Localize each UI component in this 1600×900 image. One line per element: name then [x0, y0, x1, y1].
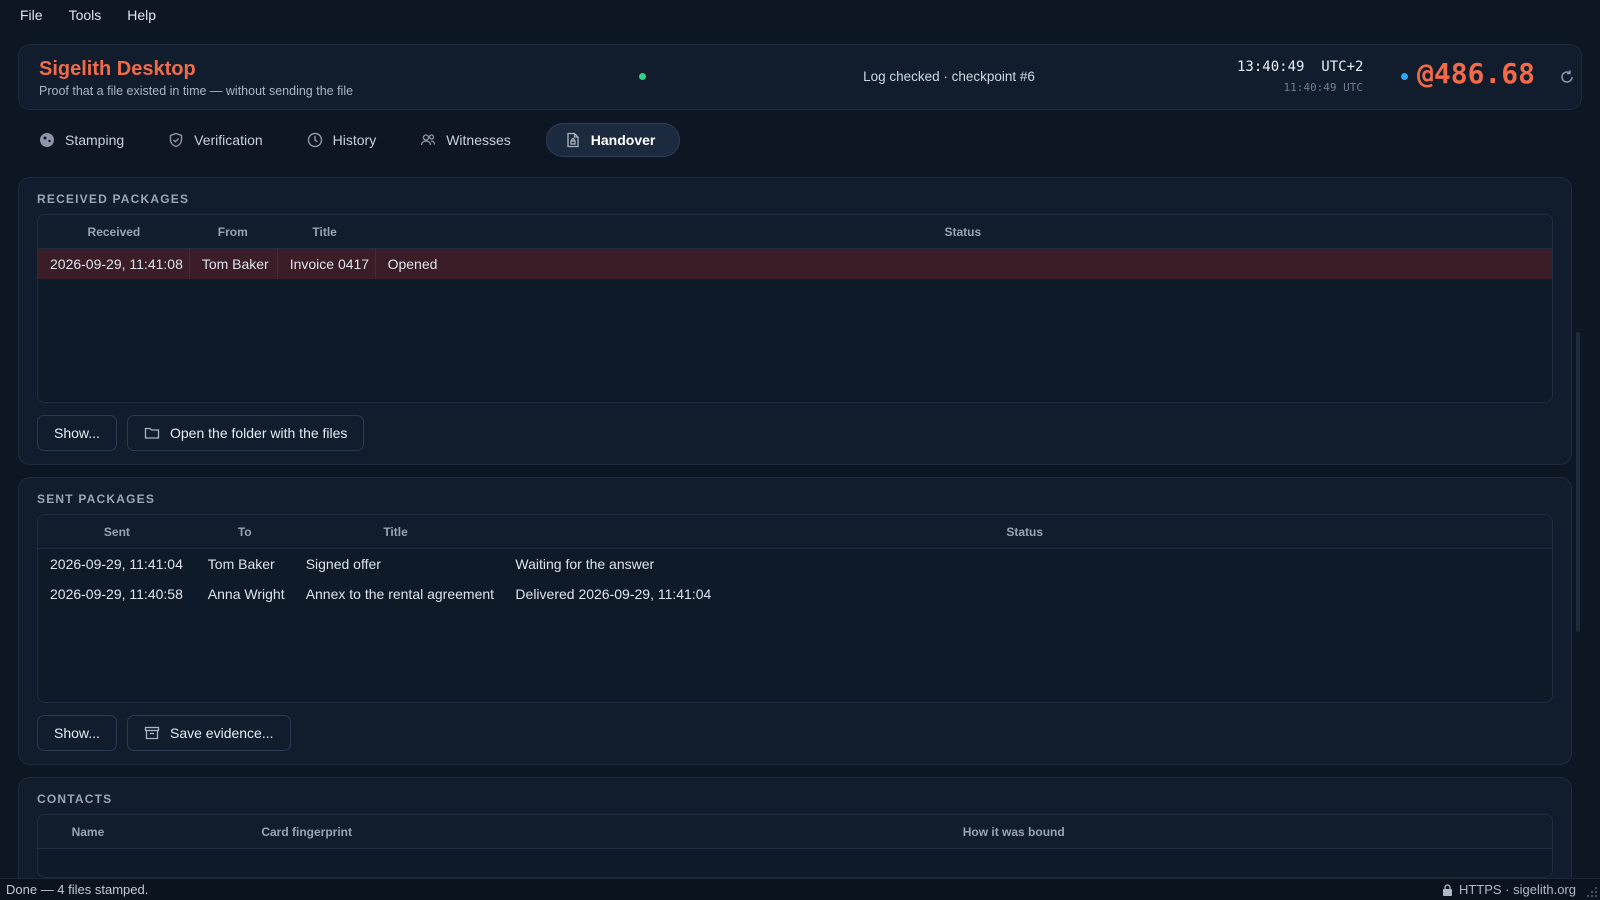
cell-status: Waiting for the answer	[515, 556, 655, 572]
tab-handover[interactable]: Handover	[545, 123, 681, 157]
column-header-title[interactable]: Title	[276, 225, 374, 239]
column-header-to[interactable]: To	[196, 525, 294, 539]
table-header: Sent To Title Status	[38, 515, 1552, 549]
column-header-received[interactable]: Received	[38, 225, 190, 239]
cell-from: Tom Baker	[190, 249, 278, 279]
cell-status: Opened	[387, 256, 438, 272]
connection-status-dot	[639, 73, 646, 80]
column-header-status[interactable]: Status	[374, 225, 1552, 239]
panel-title: RECEIVED PACKAGES	[37, 192, 190, 206]
open-folder-button[interactable]: Open the folder with the files	[127, 415, 365, 451]
connection-info: HTTPS · sigelith.org	[1442, 882, 1576, 897]
lock-icon	[1442, 883, 1452, 896]
received-table: Received From Title Status 2026-09-29, 1…	[37, 214, 1553, 403]
folder-icon	[144, 427, 160, 439]
column-header-binding[interactable]: How it was bound	[475, 825, 1552, 839]
cell-to: Tom Baker	[207, 556, 275, 572]
clock-icon	[307, 132, 322, 148]
column-header-status[interactable]: Status	[497, 525, 1552, 539]
column-header-from[interactable]: From	[190, 225, 276, 239]
table-header: Name Card fingerprint How it was bound	[38, 815, 1552, 849]
main-tabs: Stamping Verification History Witnesses …	[30, 123, 681, 157]
tab-history[interactable]: History	[298, 123, 396, 157]
panel-title: SENT PACKAGES	[37, 492, 156, 506]
button-label: Show...	[54, 725, 100, 741]
clock-time: 13:40:49	[1237, 59, 1305, 75]
column-header-sent[interactable]: Sent	[38, 525, 196, 539]
cell-title: Annex to the rental agreement	[305, 586, 495, 602]
tab-label: History	[332, 132, 377, 148]
cell-received: 2026-09-29, 11:41:08	[38, 249, 190, 279]
button-label: Save evidence...	[170, 725, 274, 741]
shield-check-icon	[169, 132, 183, 148]
tab-stamping[interactable]: Stamping	[30, 123, 143, 157]
balance-status-dot	[1401, 73, 1408, 80]
column-header-fingerprint[interactable]: Card fingerprint	[138, 825, 476, 839]
panel-title: CONTACTS	[37, 792, 113, 806]
table-row[interactable]: 2026-09-29, 11:40:58 Anna Wright Annex t…	[38, 579, 1552, 609]
column-header-title[interactable]: Title	[294, 525, 498, 539]
table-header: Received From Title Status	[38, 215, 1552, 249]
app-header: Sigelith Desktop Proof that a file exist…	[18, 44, 1582, 110]
tab-witnesses[interactable]: Witnesses	[411, 123, 530, 157]
refresh-icon[interactable]	[1559, 69, 1575, 85]
main-scrollbar[interactable]	[1576, 332, 1580, 632]
tab-label: Stamping	[65, 132, 125, 148]
button-label: Open the folder with the files	[170, 425, 348, 441]
status-message: Done — 4 files stamped.	[6, 882, 149, 897]
users-icon	[421, 134, 436, 146]
document-lock-icon	[567, 132, 579, 148]
clock-utc: 11:40:49 UTC	[1283, 81, 1363, 94]
balance-value: @486.68	[1417, 57, 1536, 90]
tab-label: Witnesses	[446, 132, 511, 148]
received-packages-panel: RECEIVED PACKAGES Received From Title St…	[18, 177, 1572, 465]
cell-status: Delivered 2026-09-29, 11:41:04	[515, 586, 712, 602]
cell-title: Signed offer	[305, 556, 381, 572]
contacts-table: Name Card fingerprint How it was bound	[37, 814, 1553, 878]
sent-packages-panel: SENT PACKAGES Sent To Title Status 2026-…	[18, 477, 1572, 765]
save-evidence-button[interactable]: Save evidence...	[127, 715, 291, 751]
resize-grip-icon[interactable]	[1586, 886, 1598, 898]
received-show-button[interactable]: Show...	[37, 415, 117, 451]
sent-show-button[interactable]: Show...	[37, 715, 117, 751]
tab-label: Handover	[590, 132, 656, 148]
stamp-icon	[40, 133, 54, 147]
app-title: Sigelith Desktop	[39, 58, 196, 80]
menu-help[interactable]: Help	[127, 7, 156, 23]
cell-title: Invoice 0417	[278, 249, 376, 279]
button-label: Show...	[54, 425, 100, 441]
menu-tools[interactable]: Tools	[69, 7, 102, 23]
table-row[interactable]: 2026-09-29, 11:41:04 Tom Baker Signed of…	[38, 549, 1552, 579]
cell-to: Anna Wright	[207, 586, 285, 602]
clock-local: 13:40:49 UTC+2	[1237, 59, 1363, 75]
log-status: Log checked · checkpoint #6	[863, 69, 1035, 84]
sent-table: Sent To Title Status 2026-09-29, 11:41:0…	[37, 514, 1553, 703]
clock-zone: UTC+2	[1321, 59, 1364, 75]
archive-icon	[144, 726, 160, 740]
status-bar: Done — 4 files stamped. HTTPS · sigelith…	[0, 878, 1600, 900]
cell-sent: 2026-09-29, 11:41:04	[50, 556, 183, 572]
tab-label: Verification	[194, 132, 263, 148]
table-row[interactable]: 2026-09-29, 11:41:08 Tom Baker Invoice 0…	[38, 249, 1552, 279]
menu-file[interactable]: File	[20, 7, 43, 23]
app-subtitle: Proof that a file existed in time — with…	[39, 84, 354, 98]
tab-verification[interactable]: Verification	[159, 123, 281, 157]
cell-sent: 2026-09-29, 11:40:58	[50, 586, 183, 602]
menu-bar: File Tools Help	[0, 0, 1600, 30]
column-header-name[interactable]: Name	[38, 825, 138, 839]
connection-text: HTTPS · sigelith.org	[1458, 882, 1576, 897]
